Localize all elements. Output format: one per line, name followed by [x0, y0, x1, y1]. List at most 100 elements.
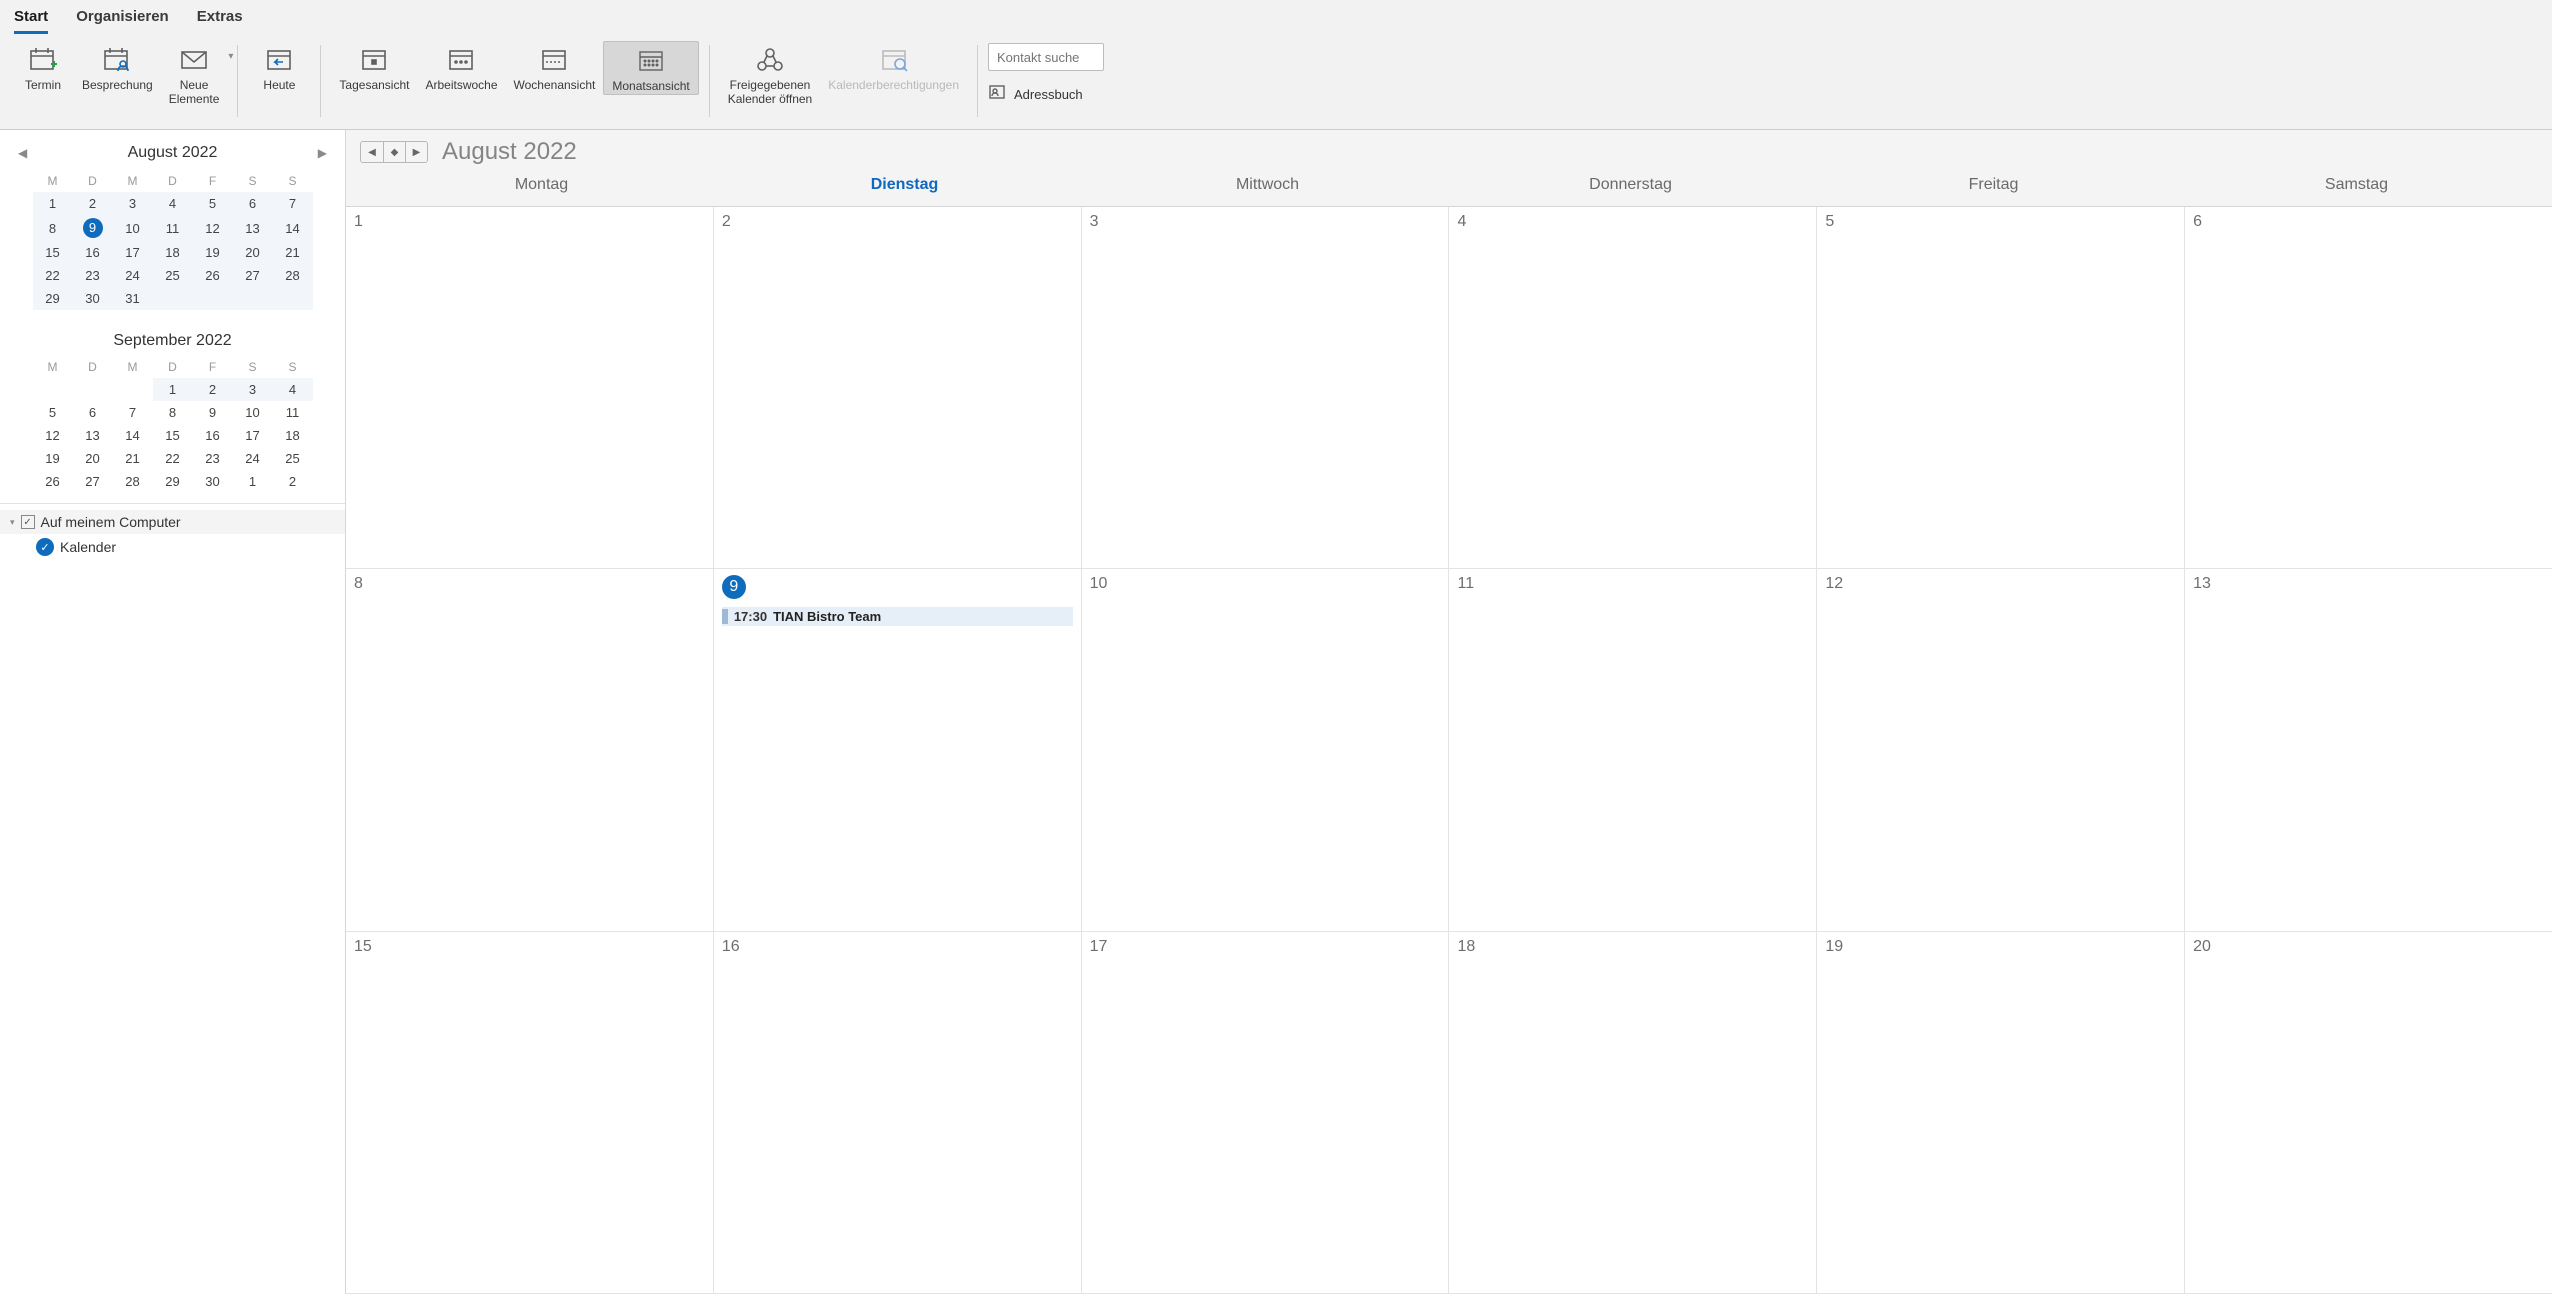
- monatsansicht-button[interactable]: Monatsansicht: [603, 41, 698, 95]
- mini-day[interactable]: 26: [193, 264, 233, 287]
- mini-day[interactable]: 8: [153, 401, 193, 424]
- mini-day[interactable]: 17: [233, 424, 273, 447]
- mini-day[interactable]: 29: [153, 470, 193, 493]
- day-cell[interactable]: 1: [346, 207, 714, 569]
- mini-day[interactable]: 6: [233, 192, 273, 215]
- arbeitswoche-button[interactable]: Arbeitswoche: [417, 41, 505, 95]
- mini-day[interactable]: 14: [113, 424, 153, 447]
- heute-button[interactable]: Heute: [248, 41, 310, 93]
- mini-day[interactable]: 10: [113, 215, 153, 241]
- wochenansicht-button[interactable]: Wochenansicht: [506, 41, 604, 95]
- freigegebenen-kalender-button[interactable]: Freigegebenen Kalender öffnen: [720, 41, 821, 107]
- mini-day[interactable]: 26: [33, 470, 73, 493]
- mini-day[interactable]: 17: [113, 241, 153, 264]
- day-cell[interactable]: 17: [1082, 932, 1450, 1294]
- mini-day[interactable]: 7: [113, 401, 153, 424]
- day-cell[interactable]: 3: [1082, 207, 1450, 569]
- tab-organisieren[interactable]: Organisieren: [76, 8, 169, 34]
- besprechung-button[interactable]: Besprechung: [74, 41, 161, 107]
- day-cell[interactable]: 11: [1449, 569, 1817, 931]
- mini-day[interactable]: 10: [233, 401, 273, 424]
- tagesansicht-button[interactable]: Tagesansicht: [331, 41, 417, 95]
- mini-day[interactable]: 30: [193, 470, 233, 493]
- mini-day[interactable]: 14: [273, 215, 313, 241]
- mini-day[interactable]: 1: [153, 378, 193, 401]
- mini-day[interactable]: 12: [33, 424, 73, 447]
- mini-day[interactable]: 4: [153, 192, 193, 215]
- mini-day[interactable]: 12: [193, 215, 233, 241]
- event-item[interactable]: 17:30 TIAN Bistro Team: [722, 607, 1073, 626]
- today-jump-button[interactable]: ◆: [383, 142, 405, 162]
- mini-day[interactable]: 20: [73, 447, 113, 470]
- day-cell[interactable]: 5: [1817, 207, 2185, 569]
- mini-day[interactable]: 3: [233, 378, 273, 401]
- adressbuch-button[interactable]: Adressbuch: [988, 83, 1083, 106]
- mini-day[interactable]: 27: [233, 264, 273, 287]
- mini-day[interactable]: 16: [193, 424, 233, 447]
- mini-day[interactable]: 13: [233, 215, 273, 241]
- tree-group-my-computer[interactable]: ▾ ✓ Auf meinem Computer: [0, 510, 345, 534]
- mini-day[interactable]: 27: [73, 470, 113, 493]
- checkbox-icon[interactable]: ✓: [21, 515, 35, 529]
- day-cell[interactable]: 10: [1082, 569, 1450, 931]
- mini-day[interactable]: 18: [273, 424, 313, 447]
- mini-day[interactable]: 28: [113, 470, 153, 493]
- mini-day[interactable]: 30: [73, 287, 113, 310]
- mini-day[interactable]: 5: [33, 401, 73, 424]
- mini-day[interactable]: 22: [153, 447, 193, 470]
- tree-item-kalender[interactable]: ✓ Kalender: [0, 534, 345, 560]
- mini-day[interactable]: 2: [193, 378, 233, 401]
- day-cell[interactable]: 19: [1817, 932, 2185, 1294]
- tab-start[interactable]: Start: [14, 8, 48, 34]
- termin-button[interactable]: Termin: [12, 41, 74, 107]
- day-cell[interactable]: 2: [714, 207, 1082, 569]
- next-button[interactable]: ▶: [405, 142, 427, 162]
- day-cell[interactable]: 8: [346, 569, 714, 931]
- mini-day[interactable]: 20: [233, 241, 273, 264]
- mini-day[interactable]: 11: [153, 215, 193, 241]
- mini-day[interactable]: 18: [153, 241, 193, 264]
- mini-day[interactable]: 6: [73, 401, 113, 424]
- mini-day[interactable]: 23: [193, 447, 233, 470]
- mini-day[interactable]: 24: [113, 264, 153, 287]
- mini-day[interactable]: 2: [73, 192, 113, 215]
- mini-day[interactable]: 29: [33, 287, 73, 310]
- mini-day[interactable]: 13: [73, 424, 113, 447]
- mini-day[interactable]: 15: [153, 424, 193, 447]
- day-cell[interactable]: 16: [714, 932, 1082, 1294]
- tab-extras[interactable]: Extras: [197, 8, 243, 34]
- mini-day[interactable]: 11: [273, 401, 313, 424]
- day-cell[interactable]: 20: [2185, 932, 2552, 1294]
- mini-day[interactable]: 21: [113, 447, 153, 470]
- mini-day[interactable]: 8: [33, 215, 73, 241]
- mini-day[interactable]: 4: [273, 378, 313, 401]
- mini-day-today[interactable]: 9: [73, 215, 113, 241]
- mini-day[interactable]: 22: [33, 264, 73, 287]
- mini-day[interactable]: 21: [273, 241, 313, 264]
- mini-day[interactable]: 15: [33, 241, 73, 264]
- mini-day[interactable]: 31: [113, 287, 153, 310]
- day-cell[interactable]: 6: [2185, 207, 2552, 569]
- mini-day[interactable]: 1: [33, 192, 73, 215]
- checkmark-dot-icon[interactable]: ✓: [36, 538, 54, 556]
- mini-day[interactable]: 1: [233, 470, 273, 493]
- mini-day[interactable]: 9: [193, 401, 233, 424]
- contact-search-input[interactable]: [988, 43, 1104, 71]
- mini-day[interactable]: 3: [113, 192, 153, 215]
- mini-day[interactable]: 25: [273, 447, 313, 470]
- neue-elemente-button[interactable]: ▾ Neue Elemente: [161, 41, 228, 107]
- prev-button[interactable]: ◀: [361, 142, 383, 162]
- next-month-arrow[interactable]: ▶: [310, 142, 335, 164]
- day-cell-today[interactable]: 9 17:30 TIAN Bistro Team: [714, 569, 1082, 931]
- prev-month-arrow[interactable]: ◀: [10, 142, 35, 164]
- mini-day[interactable]: 19: [33, 447, 73, 470]
- day-cell[interactable]: 12: [1817, 569, 2185, 931]
- day-cell[interactable]: 4: [1449, 207, 1817, 569]
- mini-day[interactable]: 19: [193, 241, 233, 264]
- mini-day[interactable]: 7: [273, 192, 313, 215]
- mini-day[interactable]: 28: [273, 264, 313, 287]
- mini-day[interactable]: 25: [153, 264, 193, 287]
- mini-day[interactable]: 16: [73, 241, 113, 264]
- mini-day[interactable]: 5: [193, 192, 233, 215]
- mini-day[interactable]: 23: [73, 264, 113, 287]
